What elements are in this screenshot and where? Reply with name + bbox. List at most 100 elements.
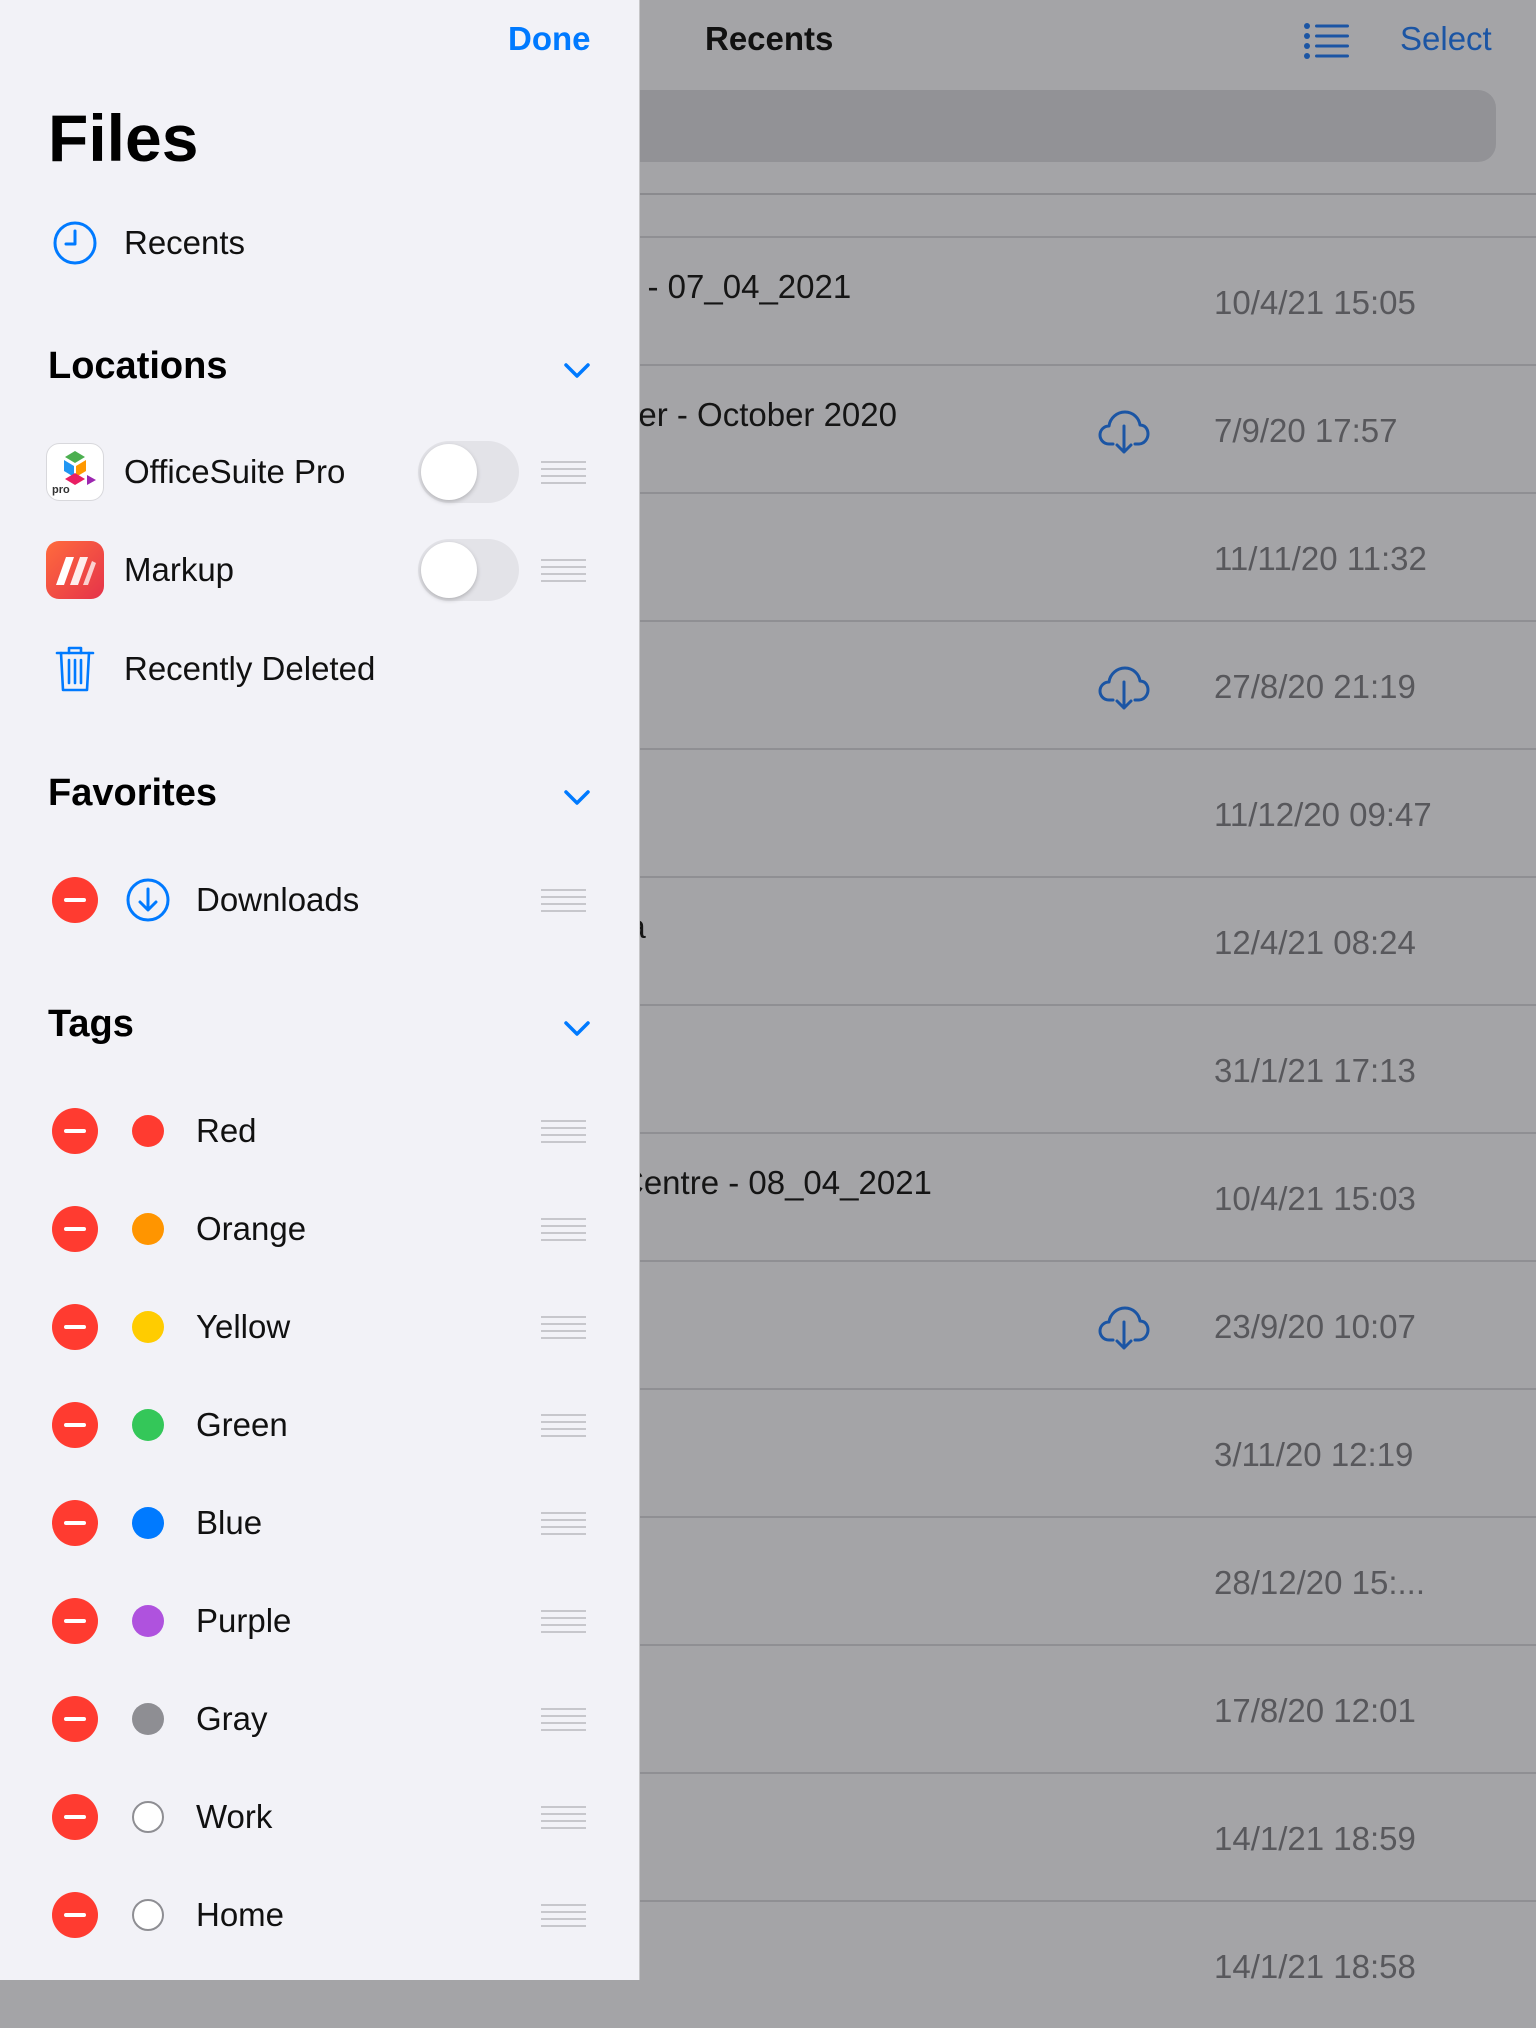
sidebar-item-label: Blue bbox=[196, 1504, 263, 1541]
tag-color-dot bbox=[132, 1507, 164, 1539]
done-button[interactable]: Done bbox=[508, 20, 591, 58]
sidebar-item-label: OfficeSuite Pro bbox=[124, 453, 346, 490]
tag-color-dot bbox=[132, 1899, 164, 1931]
remove-button[interactable] bbox=[52, 877, 98, 923]
chevron-down-icon[interactable] bbox=[562, 359, 592, 381]
chevron-down-icon[interactable] bbox=[562, 1017, 592, 1039]
tag-item[interactable]: Red bbox=[0, 1091, 639, 1171]
cloud-download-icon[interactable] bbox=[1098, 1304, 1150, 1352]
sidebar-item-label: Yellow bbox=[196, 1308, 291, 1345]
location-item-markup[interactable]: Markup bbox=[0, 530, 639, 610]
sidebar-item-recents[interactable]: Recents bbox=[0, 203, 639, 283]
file-row[interactable]: 1 - 07_04_2021 10/4/21 15:05 bbox=[620, 236, 1536, 364]
sidebar-item-label: Home bbox=[196, 1896, 285, 1933]
tag-color-dot bbox=[132, 1703, 164, 1735]
tag-item[interactable]: Gray bbox=[0, 1679, 639, 1759]
reorder-handle-icon[interactable] bbox=[541, 1119, 586, 1143]
tag-item[interactable]: Purple bbox=[0, 1581, 639, 1661]
sidebar-item-label: Work bbox=[196, 1798, 273, 1835]
sidebar-item-label: Recently Deleted bbox=[124, 650, 376, 687]
search-bar[interactable] bbox=[620, 90, 1496, 162]
remove-button[interactable] bbox=[52, 1108, 98, 1154]
file-row[interactable]: 23/9/20 10:07 bbox=[620, 1260, 1536, 1388]
tag-color-dot bbox=[132, 1801, 164, 1833]
reorder-handle-icon[interactable] bbox=[541, 1805, 586, 1829]
reorder-handle-icon[interactable] bbox=[541, 460, 586, 484]
file-date: 28/12/20 15:... bbox=[1214, 1564, 1426, 1601]
remove-button[interactable] bbox=[52, 1402, 98, 1448]
file-row[interactable]: 28/12/20 15:... bbox=[620, 1516, 1536, 1644]
cloud-download-icon[interactable] bbox=[1098, 664, 1150, 712]
tag-color-dot bbox=[132, 1311, 164, 1343]
officesuite-toggle[interactable] bbox=[418, 441, 519, 503]
file-name: 1 - 07_04_2021 bbox=[620, 268, 852, 305]
chevron-down-icon[interactable] bbox=[562, 786, 592, 808]
reorder-handle-icon[interactable] bbox=[541, 1511, 586, 1535]
trash-icon bbox=[55, 646, 95, 692]
file-row[interactable]: 3/11/20 12:19 bbox=[620, 1388, 1536, 1516]
remove-button[interactable] bbox=[52, 1206, 98, 1252]
markup-app-icon bbox=[46, 541, 104, 599]
remove-button[interactable] bbox=[52, 1892, 98, 1938]
remove-button[interactable] bbox=[52, 1598, 98, 1644]
section-title-locations: Locations bbox=[48, 345, 228, 387]
file-date: 10/4/21 15:03 bbox=[1214, 1180, 1416, 1217]
file-row[interactable]: ber - October 2020 7/9/20 17:57 bbox=[620, 364, 1536, 492]
location-item-officesuite[interactable]: pro OfficeSuite Pro bbox=[0, 432, 639, 512]
file-date: 7/9/20 17:57 bbox=[1214, 412, 1398, 449]
reorder-handle-icon[interactable] bbox=[541, 1217, 586, 1241]
tag-color-dot bbox=[132, 1409, 164, 1441]
reorder-handle-icon[interactable] bbox=[541, 1315, 586, 1339]
sidebar-item-label: Red bbox=[196, 1112, 257, 1149]
tag-item[interactable]: Orange bbox=[0, 1189, 639, 1269]
file-date: 23/9/20 10:07 bbox=[1214, 1308, 1416, 1345]
select-button[interactable]: Select bbox=[1400, 20, 1492, 58]
file-date: 3/11/20 12:19 bbox=[1214, 1436, 1414, 1473]
file-row[interactable]: Centre - 08_04_2021 10/4/21 15:03 bbox=[620, 1132, 1536, 1260]
reorder-handle-icon[interactable] bbox=[541, 1903, 586, 1927]
section-title-tags: Tags bbox=[48, 1003, 134, 1045]
file-name: Centre - 08_04_2021 bbox=[620, 1164, 932, 1201]
file-row[interactable]: 11/11/20 11:32 bbox=[620, 492, 1536, 620]
reorder-handle-icon[interactable] bbox=[541, 888, 586, 912]
sidebar: Done Files Recents Locations pro OfficeS… bbox=[0, 0, 640, 1980]
tag-item[interactable]: Home bbox=[0, 1875, 639, 1955]
remove-button[interactable] bbox=[52, 1696, 98, 1742]
tag-item[interactable]: Green bbox=[0, 1385, 639, 1465]
markup-toggle[interactable] bbox=[418, 539, 519, 601]
file-row[interactable]: 17/8/20 12:01 bbox=[620, 1644, 1536, 1772]
sidebar-item-label: Orange bbox=[196, 1210, 307, 1247]
file-name: ber - October 2020 bbox=[620, 396, 897, 433]
sidebar-item-label: Markup bbox=[124, 551, 235, 588]
file-row[interactable]: 14/1/21 18:59 bbox=[620, 1772, 1536, 1900]
tag-item[interactable]: Blue bbox=[0, 1483, 639, 1563]
file-row[interactable]: 14/1/21 18:58 bbox=[620, 1900, 1536, 2028]
file-row[interactable]: 27/8/20 21:19 bbox=[620, 620, 1536, 748]
remove-button[interactable] bbox=[52, 1304, 98, 1350]
file-date: 14/1/21 18:59 bbox=[1214, 1820, 1416, 1857]
list-view-icon[interactable] bbox=[1303, 20, 1349, 60]
tag-item[interactable]: Yellow bbox=[0, 1287, 639, 1367]
clock-icon bbox=[53, 221, 97, 265]
file-row[interactable]: 11/12/20 09:47 bbox=[620, 748, 1536, 876]
remove-button[interactable] bbox=[52, 1794, 98, 1840]
reorder-handle-icon[interactable] bbox=[541, 558, 586, 582]
file-row[interactable]: 31/1/21 17:13 bbox=[620, 1004, 1536, 1132]
reorder-handle-icon[interactable] bbox=[541, 1707, 586, 1731]
file-date: 11/12/20 09:47 bbox=[1214, 796, 1432, 833]
file-date: 27/8/20 21:19 bbox=[1214, 668, 1416, 705]
tag-color-dot bbox=[132, 1115, 164, 1147]
favorite-item-downloads[interactable]: Downloads bbox=[0, 860, 639, 940]
reorder-handle-icon[interactable] bbox=[541, 1609, 586, 1633]
cloud-download-icon[interactable] bbox=[1098, 408, 1150, 456]
sidebar-item-label: Purple bbox=[196, 1602, 292, 1639]
sidebar-item-recently-deleted[interactable]: Recently Deleted bbox=[0, 629, 639, 709]
toggle-knob bbox=[421, 444, 477, 500]
reorder-handle-icon[interactable] bbox=[541, 1413, 586, 1437]
tag-item[interactable]: Work bbox=[0, 1777, 639, 1857]
divider bbox=[620, 193, 1536, 195]
file-row[interactable]: ia12/4/21 08:24 bbox=[620, 876, 1536, 1004]
remove-button[interactable] bbox=[52, 1500, 98, 1546]
sidebar-item-label: Recents bbox=[124, 224, 246, 261]
file-date: 12/4/21 08:24 bbox=[1214, 924, 1416, 961]
